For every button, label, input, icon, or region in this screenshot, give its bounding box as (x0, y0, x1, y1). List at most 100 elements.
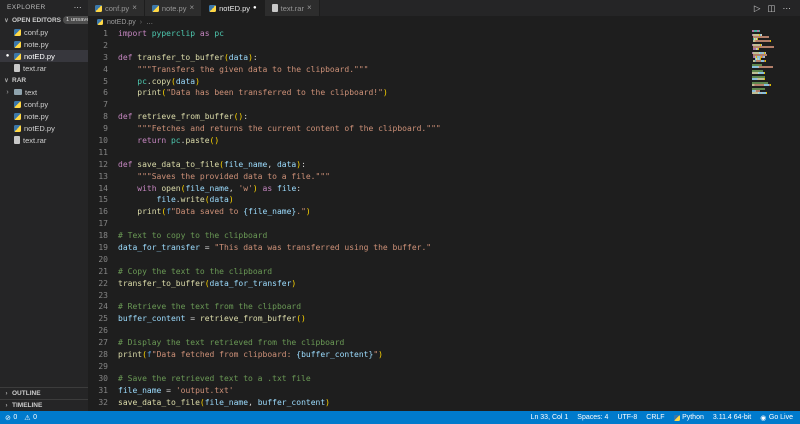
code-line[interactable]: 23 (88, 290, 800, 302)
line-number[interactable]: 25 (88, 313, 118, 325)
minimap[interactable] (752, 30, 778, 94)
code-line[interactable]: 7 (88, 99, 800, 111)
status-python-version[interactable]: 3.11.4 64-bit (713, 414, 751, 421)
code-line[interactable]: 2 (88, 40, 800, 52)
code-line[interactable]: 30# Save the retrieved text to a .txt fi… (88, 373, 800, 385)
status-cursor-position[interactable]: Ln 33, Col 1 (531, 414, 569, 421)
file-item[interactable]: conf.py (0, 98, 88, 110)
close-icon[interactable]: × (132, 4, 137, 12)
open-editor-item[interactable]: note.py (0, 38, 88, 50)
dirty-indicator[interactable]: ● (253, 5, 257, 11)
code-line[interactable]: 31file_name = 'output.txt' (88, 385, 800, 397)
timeline-section-header[interactable]: › TIMELINE (0, 399, 88, 411)
line-number[interactable]: 22 (88, 278, 118, 290)
code-line[interactable]: 11 (88, 147, 800, 159)
line-number[interactable]: 27 (88, 337, 118, 349)
open-editor-item[interactable]: ●notED.py (0, 50, 88, 62)
status-warnings[interactable]: ⚠0 (24, 414, 37, 422)
code-line[interactable]: 27# Display the text retrieved from the … (88, 337, 800, 349)
folder-item[interactable]: ›text (0, 86, 88, 98)
close-icon[interactable]: × (307, 4, 312, 12)
split-editor-icon[interactable]: ◫ (767, 3, 775, 14)
line-number[interactable]: 32 (88, 397, 118, 409)
code-line[interactable]: 1import pyperclip as pc (88, 28, 800, 40)
line-number[interactable]: 28 (88, 349, 118, 361)
line-number[interactable]: 8 (88, 111, 118, 123)
line-number[interactable]: 19 (88, 242, 118, 254)
line-number[interactable]: 13 (88, 171, 118, 183)
status-errors[interactable]: ⊘0 (5, 414, 17, 422)
line-number[interactable]: 3 (88, 52, 118, 64)
outline-section-header[interactable]: › OUTLINE (0, 387, 88, 399)
code-line[interactable]: 14 with open(file_name, 'w') as file: (88, 183, 800, 195)
open-editor-item[interactable]: conf.py (0, 26, 88, 38)
breadcrumb[interactable]: notED.py › … (88, 16, 800, 28)
line-number[interactable]: 7 (88, 99, 118, 111)
code-line[interactable]: 22transfer_to_buffer(data_for_transfer) (88, 278, 800, 290)
code-line[interactable]: 12def save_data_to_file(file_name, data)… (88, 159, 800, 171)
line-number[interactable]: 24 (88, 301, 118, 313)
code-line[interactable]: 15 file.write(data) (88, 194, 800, 206)
code-line[interactable]: 16 print(f"Data saved to {file_name}.") (88, 206, 800, 218)
line-number[interactable]: 5 (88, 76, 118, 88)
status-language[interactable]: Python (674, 414, 704, 421)
status-eol[interactable]: CRLF (646, 414, 664, 421)
close-icon[interactable]: × (189, 4, 194, 12)
breadcrumb-file[interactable]: notED.py (107, 19, 136, 26)
code-line[interactable]: 19data_for_transfer = "This data was tra… (88, 242, 800, 254)
line-number[interactable]: 21 (88, 266, 118, 278)
code-line[interactable]: 32save_data_to_file(file_name, buffer_co… (88, 397, 800, 409)
code-line[interactable]: 25buffer_content = retrieve_from_buffer(… (88, 313, 800, 325)
code-line[interactable]: 10 return pc.paste() (88, 135, 800, 147)
line-number[interactable]: 10 (88, 135, 118, 147)
line-number[interactable]: 14 (88, 183, 118, 195)
line-number[interactable]: 4 (88, 64, 118, 76)
file-item[interactable]: text.rar (0, 134, 88, 146)
code-line[interactable]: 6 print("Data has been transferred to th… (88, 87, 800, 99)
line-number[interactable]: 16 (88, 206, 118, 218)
line-number[interactable]: 26 (88, 325, 118, 337)
line-number[interactable]: 2 (88, 40, 118, 52)
more-actions-icon[interactable]: ⋯ (783, 3, 792, 14)
code-line[interactable]: 8def retrieve_from_buffer(): (88, 111, 800, 123)
code-line[interactable]: 9 """Fetches and returns the current con… (88, 123, 800, 135)
line-number[interactable]: 1 (88, 28, 118, 40)
line-number[interactable]: 6 (88, 87, 118, 99)
line-number[interactable]: 15 (88, 194, 118, 206)
tab-notED.py[interactable]: notED.py● (202, 0, 264, 16)
tab-text.rar[interactable]: text.rar× (265, 0, 320, 16)
folder-section-header[interactable]: ∨ RAR (0, 74, 88, 86)
line-number[interactable]: 9 (88, 123, 118, 135)
line-number[interactable]: 20 (88, 254, 118, 266)
run-button[interactable]: ▷ (754, 3, 761, 14)
tab-conf.py[interactable]: conf.py× (88, 0, 145, 16)
more-actions-icon[interactable]: ⋯ (74, 3, 82, 12)
status-go-live[interactable]: ◉Go Live (760, 414, 793, 422)
code-line[interactable]: 26 (88, 325, 800, 337)
file-item[interactable]: note.py (0, 110, 88, 122)
code-line[interactable]: 20 (88, 254, 800, 266)
open-editor-item[interactable]: text.rar (0, 62, 88, 74)
status-encoding[interactable]: UTF-8 (617, 414, 637, 421)
code-line[interactable]: 29 (88, 361, 800, 373)
code-line[interactable]: 18# Text to copy to the clipboard (88, 230, 800, 242)
line-number[interactable]: 31 (88, 385, 118, 397)
code-line[interactable]: 5 pc.copy(data) (88, 76, 800, 88)
code-editor[interactable]: 1import pyperclip as pc23def transfer_to… (88, 28, 800, 411)
status-indentation[interactable]: Spaces: 4 (577, 414, 608, 421)
code-line[interactable]: 28print(f"Data fetched from clipboard: {… (88, 349, 800, 361)
tab-note.py[interactable]: note.py× (145, 0, 202, 16)
code-line[interactable]: 13 """Saves the provided data to a file.… (88, 171, 800, 183)
line-number[interactable]: 29 (88, 361, 118, 373)
line-number[interactable]: 18 (88, 230, 118, 242)
open-editors-header[interactable]: ∨ OPEN EDITORS 1 unsaved (0, 14, 88, 26)
code-line[interactable]: 24# Retrieve the text from the clipboard (88, 301, 800, 313)
code-line[interactable]: 3def transfer_to_buffer(data): (88, 52, 800, 64)
line-number[interactable]: 30 (88, 373, 118, 385)
code-line[interactable]: 21# Copy the text to the clipboard (88, 266, 800, 278)
line-number[interactable]: 12 (88, 159, 118, 171)
file-item[interactable]: notED.py (0, 122, 88, 134)
line-number[interactable]: 11 (88, 147, 118, 159)
breadcrumb-more[interactable]: … (146, 19, 153, 26)
code-line[interactable]: 17 (88, 218, 800, 230)
